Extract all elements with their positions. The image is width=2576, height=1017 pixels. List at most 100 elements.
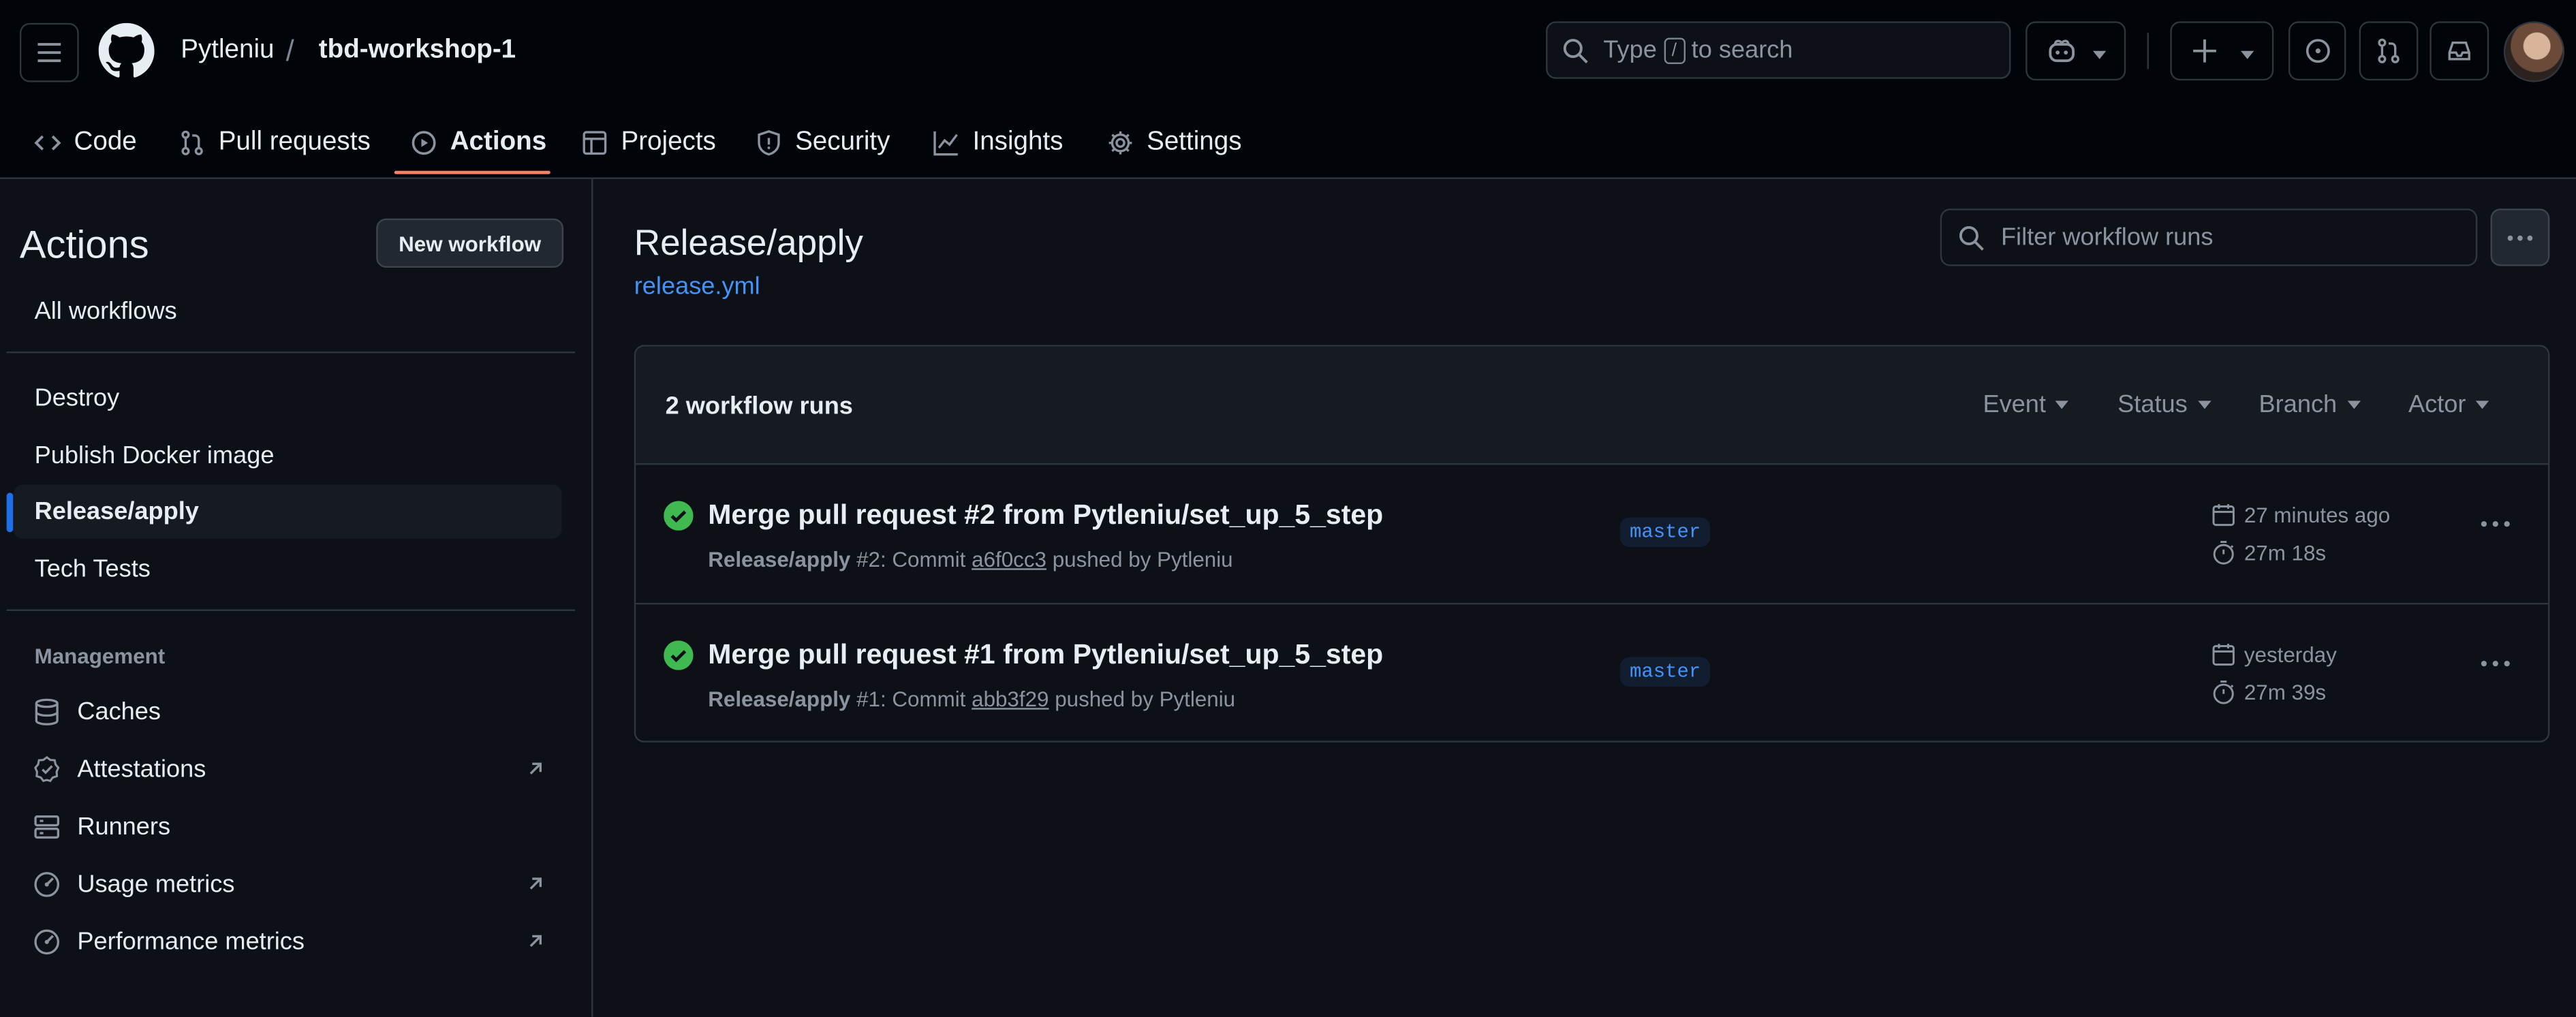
hamburger-menu-button[interactable] [19, 22, 79, 82]
active-tab-indicator [394, 170, 550, 174]
tab-security[interactable]: Security [756, 112, 890, 174]
issues-button[interactable] [2288, 21, 2346, 81]
sidebar-item-all-workflows[interactable]: All workflows [13, 284, 561, 339]
inbox-icon [2446, 37, 2472, 64]
sidebar-item-usage-metrics[interactable]: Usage metrics [13, 858, 561, 912]
database-icon [33, 698, 61, 726]
run-meta: Release/apply #2: Commit a6f0cc3 pushed … [708, 547, 1232, 572]
branch-label[interactable]: master [1619, 657, 1711, 687]
run-duration: 27m 18s [2212, 540, 2326, 565]
sidebar-item-label: Publish Docker image [34, 441, 275, 470]
selected-item-indicator [6, 492, 14, 533]
run-duration: 27m 39s [2212, 680, 2326, 704]
chevron-down-icon [2055, 401, 2069, 409]
actor-filter-dropdown[interactable]: Actor [2408, 391, 2489, 419]
sidebar-item-release-apply[interactable]: Release/apply [13, 484, 562, 539]
tab-pull-requests[interactable]: Pull requests [179, 112, 371, 174]
commit-sha-link[interactable]: a6f0cc3 [972, 547, 1046, 572]
runs-list-header: 2 workflow runs Event Status Branch Acto… [636, 346, 2548, 465]
check-circle-success-icon [664, 640, 694, 670]
pull-requests-icon [2376, 37, 2402, 64]
filter-label: Event [1983, 390, 2046, 419]
run-workflow-name: Release/apply [708, 686, 851, 712]
status-filter-dropdown[interactable]: Status [2117, 390, 2211, 419]
commit-sha-link[interactable]: abb3f29 [972, 687, 1049, 711]
meter-icon [33, 871, 61, 898]
run-actor: pushed by Pytleniu [1052, 546, 1233, 572]
tab-code-label: Code [74, 128, 137, 157]
copilot-chevron-down-icon[interactable] [2092, 37, 2106, 64]
tab-settings-label: Settings [1147, 128, 1242, 157]
copilot-button[interactable] [2026, 21, 2126, 81]
new-workflow-button[interactable]: New workflow [376, 218, 564, 268]
run-duration-text: 27m 39s [2244, 680, 2327, 705]
run-title-link[interactable]: Merge pull request #1 from Pytleniu/set_… [708, 639, 1383, 672]
plus-icon [2190, 37, 2217, 64]
github-logo-icon[interactable] [98, 22, 155, 79]
external-link-arrow-icon [526, 931, 546, 951]
sidebar-title: Actions [19, 223, 149, 268]
run-number: #2: Commit [856, 546, 966, 572]
workflow-file-link[interactable]: release.yml [634, 272, 760, 300]
top-header: Pytleniu / tbd-workshop-1 Type / to sear… [0, 0, 2576, 179]
pull-requests-button[interactable] [2359, 21, 2419, 81]
sidebar-item-tech-tests[interactable]: Tech Tests [13, 542, 561, 597]
stopwatch-icon [2212, 540, 2236, 565]
workflow-run-row[interactable]: Merge pull request #1 from Pytleniu/set_… [636, 602, 2548, 741]
calendar-icon [2212, 503, 2236, 527]
breadcrumb-separator: / [285, 34, 294, 67]
create-chevron-down-icon [2239, 37, 2254, 64]
search-icon [1958, 224, 1985, 251]
verified-icon [33, 755, 61, 783]
sidebar-item-label: All workflows [34, 297, 177, 326]
run-options-kebab-icon[interactable] [2479, 519, 2512, 529]
tab-projects[interactable]: Projects [582, 112, 716, 174]
run-time-text: 27 minutes ago [2244, 502, 2391, 528]
sidebar-item-publish-docker-image[interactable]: Publish Docker image [13, 428, 561, 483]
tab-code[interactable]: Code [34, 112, 137, 174]
sidebar-item-caches[interactable]: Caches [13, 685, 561, 740]
more-options-button[interactable] [2490, 208, 2550, 266]
tab-insights[interactable]: Insights [933, 112, 1063, 174]
create-new-button[interactable] [2170, 21, 2274, 81]
filter-label: Status [2117, 390, 2188, 419]
table-icon [582, 129, 608, 156]
run-time: 27 minutes ago [2212, 502, 2391, 528]
workflow-run-row[interactable]: Merge pull request #2 from Pytleniu/set_… [636, 465, 2548, 603]
sidebar-item-runners[interactable]: Runners [13, 800, 561, 854]
branch-filter-dropdown[interactable]: Branch [2259, 391, 2360, 419]
run-count: 2 workflow runs [665, 392, 853, 421]
tab-pull-requests-label: Pull requests [218, 128, 371, 157]
run-title-link[interactable]: Merge pull request #2 from Pytleniu/set_… [708, 499, 1383, 532]
filter-workflow-runs-input[interactable]: Filter workflow runs [1940, 208, 2478, 266]
copilot-icon [2046, 37, 2075, 64]
tab-settings[interactable]: Settings [1107, 112, 1241, 174]
event-filter-dropdown[interactable]: Event [1983, 390, 2069, 419]
global-search-input[interactable]: Type / to search [1546, 21, 2011, 79]
run-options-kebab-icon[interactable] [2479, 659, 2512, 668]
run-duration-text: 27m 18s [2244, 540, 2327, 565]
search-shortcut-key: / [1663, 37, 1686, 63]
sidebar-item-attestations[interactable]: Attestations [13, 742, 561, 797]
filter-label: Branch [2259, 390, 2338, 419]
chevron-down-icon [2346, 401, 2360, 409]
calendar-icon [2212, 642, 2236, 667]
branch-label[interactable]: master [1619, 517, 1711, 547]
tab-actions-label: Actions [450, 128, 547, 157]
external-link-arrow-icon [526, 759, 546, 779]
tab-projects-label: Projects [621, 128, 716, 157]
code-icon [34, 129, 61, 156]
management-heading: Management [34, 644, 166, 669]
search-prefix-text: Type [1603, 36, 1657, 65]
gear-icon [1107, 129, 1134, 156]
repo-name-link[interactable]: tbd-workshop-1 [319, 36, 516, 65]
filter-placeholder: Filter workflow runs [2000, 223, 2214, 251]
user-avatar[interactable] [2503, 21, 2565, 82]
check-circle-success-icon [664, 501, 694, 531]
sidebar-item-destroy[interactable]: Destroy [13, 371, 561, 426]
sidebar-item-performance-metrics[interactable]: Performance metrics [13, 915, 561, 969]
repo-owner-link[interactable]: Pytleniu [181, 36, 274, 65]
tab-actions[interactable]: Actions [411, 112, 546, 174]
inbox-button[interactable] [2430, 21, 2489, 81]
run-time-text: yesterday [2244, 642, 2337, 667]
